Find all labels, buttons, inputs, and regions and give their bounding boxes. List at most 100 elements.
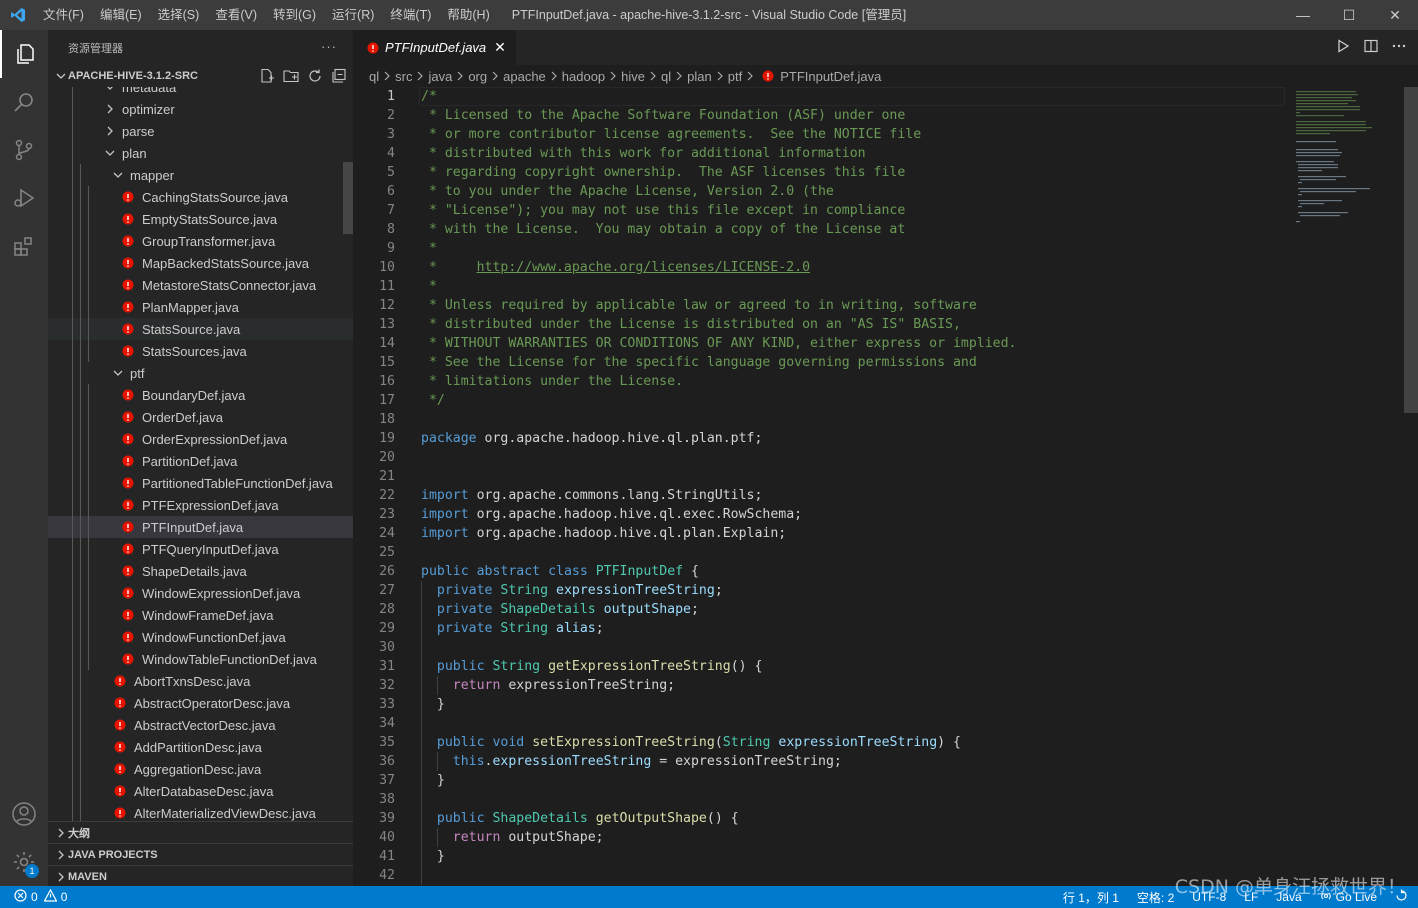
breadcrumb-item[interactable]: ql (369, 69, 379, 84)
tree-file[interactable]: AbortTxnsDesc.java (48, 670, 353, 692)
menu-item-4[interactable]: 转到(G) (265, 0, 324, 30)
tree-file[interactable]: AlterMaterializedViewDesc.java (48, 802, 353, 821)
tree-file[interactable]: AbstractOperatorDesc.java (48, 692, 353, 714)
current-line-highlight (419, 87, 1285, 106)
indent-guide (80, 186, 81, 208)
tab-close-button[interactable]: ✕ (494, 39, 506, 56)
run-file-icon[interactable] (1336, 39, 1350, 56)
minimize-button[interactable]: — (1280, 0, 1326, 30)
explorer-more-button[interactable]: ··· (321, 39, 337, 54)
account-icon[interactable] (0, 790, 48, 838)
tree-file[interactable]: PTFInputDef.java (48, 516, 353, 538)
tree-file[interactable]: MapBackedStatsSource.java (48, 252, 353, 274)
java-projects-section[interactable]: JAVA PROJECTS (48, 843, 353, 865)
breadcrumb-item[interactable]: hive (621, 69, 645, 84)
breadcrumb-item[interactable]: apache (503, 69, 546, 84)
line-number: 40 (379, 830, 395, 845)
sidebar-scrollbar[interactable] (343, 162, 353, 234)
tree-file[interactable]: OrderExpressionDef.java (48, 428, 353, 450)
tree-file[interactable]: WindowTableFunctionDef.java (48, 648, 353, 670)
tree-file[interactable]: BoundaryDef.java (48, 384, 353, 406)
tree-file[interactable]: PTFExpressionDef.java (48, 494, 353, 516)
menu-item-6[interactable]: 终端(T) (382, 0, 439, 30)
tree-file[interactable]: AlterDatabaseDesc.java (48, 780, 353, 802)
code-text: return outputShape; (421, 828, 604, 847)
tree-file[interactable]: MetastoreStatsConnector.java (48, 274, 353, 296)
tree-file[interactable]: StatsSource.java (48, 318, 353, 340)
menu-item-0[interactable]: 文件(F) (35, 0, 92, 30)
tree-file[interactable]: EmptyStatsSource.java (48, 208, 353, 230)
tree-file[interactable]: PTFQueryInputDef.java (48, 538, 353, 560)
tree-file[interactable]: PartitionDef.java (48, 450, 353, 472)
refresh-icon[interactable] (307, 68, 323, 87)
workspace-root-header[interactable]: APACHE-HIVE-3.1.2-SRC (48, 65, 353, 87)
source-control-icon[interactable] (0, 126, 48, 174)
tree-file[interactable]: AddPartitionDesc.java (48, 736, 353, 758)
maximize-button[interactable]: ☐ (1326, 0, 1372, 30)
new-folder-icon[interactable] (283, 68, 299, 87)
menu-item-1[interactable]: 编辑(E) (92, 0, 150, 30)
code-line: 36 this.expressionTreeString = expressio… (353, 752, 1393, 771)
indent-guide (80, 164, 81, 186)
tree-file[interactable]: AbstractVectorDesc.java (48, 714, 353, 736)
run-debug-icon[interactable] (0, 174, 48, 222)
tree-file[interactable]: ShapeDetails.java (48, 560, 353, 582)
breadcrumb-item[interactable]: java (428, 69, 452, 84)
line-number: 39 (379, 811, 395, 826)
menu-item-7[interactable]: 帮助(H) (439, 0, 497, 30)
menu-item-5[interactable]: 运行(R) (324, 0, 382, 30)
breadcrumb-item[interactable]: ptf (728, 69, 742, 84)
breadcrumb-item[interactable]: org (468, 69, 487, 84)
tree-folder[interactable]: mapper (48, 164, 353, 186)
tree-file[interactable]: GroupTransformer.java (48, 230, 353, 252)
breadcrumb-item[interactable]: src (395, 69, 412, 84)
tree-file[interactable]: WindowExpressionDef.java (48, 582, 353, 604)
line-number: 19 (379, 431, 395, 446)
tree-folder[interactable]: ptf (48, 362, 353, 384)
tree-file[interactable]: WindowFrameDef.java (48, 604, 353, 626)
indent-guide (88, 560, 89, 582)
menu-item-2[interactable]: 选择(S) (150, 0, 208, 30)
tree-file[interactable]: PlanMapper.java (48, 296, 353, 318)
tree-folder[interactable]: parse (48, 120, 353, 142)
tab-ptfinputdef[interactable]: PTFInputDef.java ✕ (353, 30, 516, 65)
search-icon[interactable] (0, 78, 48, 126)
new-file-icon[interactable] (259, 68, 275, 87)
settings-gear-icon[interactable]: 1 (0, 838, 48, 886)
breadcrumb-item[interactable]: ql (661, 69, 671, 84)
code-token: public (421, 564, 469, 579)
collapse-all-icon[interactable] (331, 68, 347, 87)
tree-file[interactable]: StatsSources.java (48, 340, 353, 362)
tree-folder[interactable]: optimizer (48, 98, 353, 120)
java-error-icon (120, 299, 136, 315)
maven-section[interactable]: MAVEN (48, 865, 353, 887)
problems-indicator[interactable]: 0 0 (0, 888, 67, 905)
tree-folder[interactable]: plan (48, 142, 353, 164)
tree-file[interactable]: PartitionedTableFunctionDef.java (48, 472, 353, 494)
editor-scroll-thumb[interactable] (1404, 87, 1418, 413)
indentation-setting[interactable]: 空格: 2 (1137, 889, 1174, 906)
breadcrumb-item[interactable]: PTFInputDef.java (780, 69, 881, 84)
tree-file[interactable]: OrderDef.java (48, 406, 353, 428)
menu-item-3[interactable]: 查看(V) (207, 0, 265, 30)
extensions-icon[interactable] (0, 222, 48, 270)
breadcrumb-item[interactable]: hadoop (562, 69, 605, 84)
tree-file[interactable]: WindowFunctionDef.java (48, 626, 353, 648)
tree-file[interactable]: CachingStatsSource.java (48, 186, 353, 208)
editor-more-icon[interactable] (1392, 39, 1406, 56)
breadcrumb-item[interactable]: plan (687, 69, 712, 84)
explorer-icon[interactable] (0, 30, 48, 78)
editor-scrollbar[interactable] (1404, 87, 1418, 886)
indent-guide (88, 274, 89, 296)
close-window-button[interactable]: ✕ (1372, 0, 1418, 30)
line-number: 2 (387, 108, 395, 123)
outline-section[interactable]: 大纲 (48, 821, 353, 843)
code-token: getOutputShape (595, 811, 707, 826)
code-token[interactable]: http://www.apache.org/licenses/LICENSE-2… (477, 260, 810, 275)
tree-folder[interactable]: metadata (48, 87, 353, 98)
tree-file[interactable]: AggregationDesc.java (48, 758, 353, 780)
split-editor-icon[interactable] (1364, 39, 1378, 56)
cursor-position[interactable]: 行 1，列 1 (1063, 889, 1119, 906)
code-editor[interactable]: 1 /* 2 * Licensed to the Apache Software F… (353, 87, 1418, 886)
